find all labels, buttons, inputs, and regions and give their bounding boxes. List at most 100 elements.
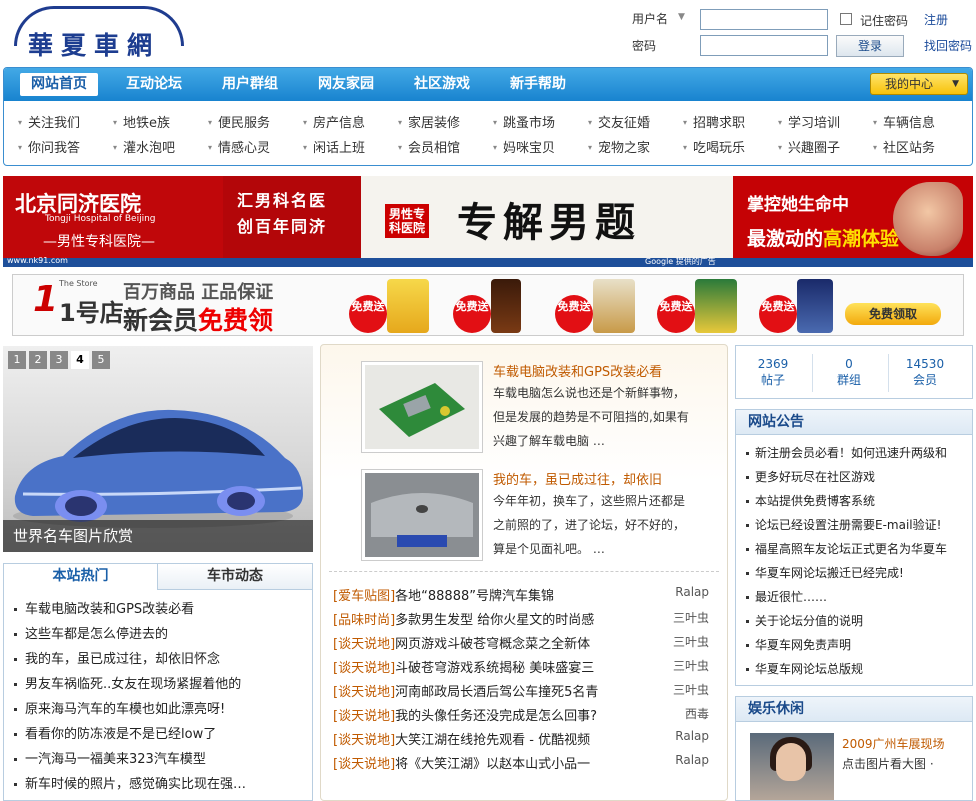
tab-market-news[interactable]: 车市动态 bbox=[158, 564, 312, 590]
tab-groups[interactable]: 用户群组 bbox=[210, 73, 290, 96]
site-logo[interactable]: 華夏車網 bbox=[8, 2, 193, 64]
remember-checkbox[interactable] bbox=[840, 13, 852, 25]
list-item[interactable]: 华夏车网论坛总版规 bbox=[746, 660, 863, 677]
entertainment-item-title[interactable]: 2009广州车展现场 bbox=[842, 735, 945, 752]
slide-number[interactable]: 2 bbox=[29, 351, 47, 369]
list-item[interactable]: 最近很忙…… bbox=[746, 588, 827, 605]
list-item[interactable]: 更多好玩尽在社区游戏 bbox=[746, 468, 875, 485]
subnav-item[interactable]: 宠物之家 bbox=[588, 137, 650, 156]
google-ad-note[interactable]: Google 提供的广告 bbox=[645, 256, 716, 267]
news-author[interactable]: 三叶虫 bbox=[673, 681, 709, 698]
news-title[interactable]: 各地“88888”号牌汽车集锦 bbox=[395, 589, 554, 604]
store-ad-banner[interactable]: 1 The Store 1号店 百万商品 正品保证 新会员免费领 免费送 免费送… bbox=[12, 274, 964, 336]
list-item[interactable]: 华夏车网免责声明 bbox=[746, 636, 851, 653]
list-item[interactable]: 这些车都是怎么停进去的 bbox=[14, 623, 168, 642]
subnav-item[interactable]: 你问我答 bbox=[18, 137, 80, 156]
my-center-dropdown[interactable]: 我的中心 ▼ bbox=[870, 73, 968, 95]
list-item[interactable]: 华夏车网论坛搬迁已经完成! bbox=[746, 564, 904, 581]
featured-title[interactable]: 车载电脑改装和GPS改装必看 bbox=[493, 361, 662, 380]
table-row[interactable]: [爱车贴图]各地“88888”号牌汽车集锦 Ralap bbox=[333, 585, 719, 607]
stat-members[interactable]: 14530 会员 bbox=[890, 356, 960, 388]
tab-games[interactable]: 社区游戏 bbox=[402, 73, 482, 96]
news-title[interactable]: 网页游戏斗破苍穹概念菜之全新体 bbox=[395, 637, 590, 652]
news-category[interactable]: [谈天说地] bbox=[333, 637, 395, 652]
news-title[interactable]: 我的头像任务还没完成是怎么回事? bbox=[395, 709, 597, 724]
chevron-down-icon[interactable]: ▼ bbox=[678, 12, 685, 22]
subnav-item[interactable]: 车辆信息 bbox=[873, 112, 935, 131]
news-category[interactable]: [爱车贴图] bbox=[333, 589, 395, 604]
subnav-item[interactable]: 家居装修 bbox=[398, 112, 460, 131]
slide-number[interactable]: 1 bbox=[8, 351, 26, 369]
ad-url[interactable]: www.nk91.com bbox=[7, 256, 68, 265]
list-item[interactable]: 看看你的防冻液是不是已经low了 bbox=[14, 723, 216, 742]
list-item[interactable]: 一汽海马一福美来323汽车模型 bbox=[14, 748, 206, 767]
table-row[interactable]: [谈天说地]大笑江湖在线抢先观看 - 优酷视频 Ralap bbox=[333, 729, 719, 751]
table-row[interactable]: [品味时尚]多款男生发型 给你火星文的时尚感 三叶虫 bbox=[333, 609, 719, 631]
list-item[interactable]: 本站提供免费博客系统 bbox=[746, 492, 875, 509]
subnav-item[interactable]: 便民服务 bbox=[208, 112, 270, 131]
featured-title[interactable]: 我的车，虽已成过往，却依旧 bbox=[493, 469, 662, 488]
news-author[interactable]: Ralap bbox=[675, 585, 709, 599]
list-item[interactable]: 新注册会员必看！如何迅速升两级和 bbox=[746, 444, 947, 461]
free-claim-button[interactable]: 免费领取 bbox=[845, 303, 941, 325]
hospital-ad-banner[interactable]: 北京同济医院 Tongji Hospital of Beijing —男性专科医… bbox=[3, 176, 973, 267]
news-author[interactable]: 西毒 bbox=[685, 705, 709, 722]
subnav-item[interactable]: 情感心灵 bbox=[208, 137, 270, 156]
list-item[interactable]: 男友车祸临死..女友在现场紧握着他的 bbox=[14, 673, 241, 692]
subnav-item[interactable]: 社区站务 bbox=[873, 137, 935, 156]
register-link[interactable]: 注册 bbox=[924, 11, 948, 28]
table-row[interactable]: [谈天说地]我的头像任务还没完成是怎么回事? 西毒 bbox=[333, 705, 719, 727]
news-category[interactable]: [谈天说地] bbox=[333, 709, 395, 724]
subnav-item[interactable]: 妈咪宝贝 bbox=[493, 137, 555, 156]
subnav-item[interactable]: 学习培训 bbox=[778, 112, 840, 131]
slide-caption[interactable]: 世界名车图片欣赏 bbox=[3, 520, 313, 552]
news-title[interactable]: 将《大笑江湖》以赵本山式小品一 bbox=[395, 757, 590, 772]
list-item[interactable]: 论坛已经设置注册需要E-mail验证! bbox=[746, 516, 941, 533]
featured-thumbnail[interactable] bbox=[361, 361, 483, 453]
table-row[interactable]: [谈天说地]河南邮政局长酒后驾公车撞死5名青 三叶虫 bbox=[333, 681, 719, 703]
table-row[interactable]: [谈天说地]斗破苍穹游戏系统揭秘 美味盛宴三 三叶虫 bbox=[333, 657, 719, 679]
table-row[interactable]: [谈天说地]网页游戏斗破苍穹概念菜之全新体 三叶虫 bbox=[333, 633, 719, 655]
slide-number[interactable]: 3 bbox=[50, 351, 68, 369]
news-category[interactable]: [品味时尚] bbox=[333, 613, 395, 628]
news-category[interactable]: [谈天说地] bbox=[333, 661, 395, 676]
username-input[interactable] bbox=[700, 9, 828, 30]
table-row[interactable]: [谈天说地]将《大笑江湖》以赵本山式小品一 Ralap bbox=[333, 753, 719, 775]
subnav-item[interactable]: 会员相馆 bbox=[398, 137, 460, 156]
news-author[interactable]: 三叶虫 bbox=[673, 633, 709, 650]
news-title[interactable]: 大笑江湖在线抢先观看 - 优酷视频 bbox=[395, 733, 590, 748]
stat-groups[interactable]: 0 群组 bbox=[814, 356, 884, 388]
news-author[interactable]: Ralap bbox=[675, 753, 709, 767]
slide-number[interactable]: 5 bbox=[92, 351, 110, 369]
news-author[interactable]: Ralap bbox=[675, 729, 709, 743]
news-category[interactable]: [谈天说地] bbox=[333, 757, 395, 772]
news-title[interactable]: 斗破苍穹游戏系统揭秘 美味盛宴三 bbox=[395, 661, 594, 676]
subnav-item[interactable]: 闲话上班 bbox=[303, 137, 365, 156]
subnav-item[interactable]: 灌水泡吧 bbox=[113, 137, 175, 156]
subnav-item[interactable]: 兴趣圈子 bbox=[778, 137, 840, 156]
autoshow-photo[interactable] bbox=[750, 733, 834, 800]
subnav-item[interactable]: 跳蚤市场 bbox=[493, 112, 555, 131]
list-item[interactable]: 原来海马汽车的车模也如此漂亮呀! bbox=[14, 698, 225, 717]
featured-thumbnail[interactable] bbox=[361, 469, 483, 561]
password-input[interactable] bbox=[700, 35, 828, 56]
news-category[interactable]: [谈天说地] bbox=[333, 733, 395, 748]
subnav-item[interactable]: 交友征婚 bbox=[588, 112, 650, 131]
car-image-slider[interactable]: 1 2 3 4 5 世界名车图片欣赏 bbox=[3, 346, 313, 552]
subnav-item[interactable]: 地铁e族 bbox=[113, 112, 170, 131]
list-item[interactable]: 新车时候的照片，感觉确实比现在强… bbox=[14, 773, 246, 792]
news-title[interactable]: 多款男生发型 给你火星文的时尚感 bbox=[395, 613, 594, 628]
news-author[interactable]: 三叶虫 bbox=[673, 609, 709, 626]
tab-home[interactable]: 网站首页 bbox=[20, 73, 98, 96]
tab-site-hot[interactable]: 本站热门 bbox=[4, 564, 158, 590]
tab-home-garden[interactable]: 网友家园 bbox=[306, 73, 386, 96]
news-title[interactable]: 河南邮政局长酒后驾公车撞死5名青 bbox=[395, 685, 598, 700]
stat-posts[interactable]: 2369 帖子 bbox=[738, 356, 808, 388]
list-item[interactable]: 车载电脑改装和GPS改装必看 bbox=[14, 598, 194, 617]
forgot-password-link[interactable]: 找回密码 bbox=[924, 37, 972, 54]
subnav-item[interactable]: 关注我们 bbox=[18, 112, 80, 131]
news-category[interactable]: [谈天说地] bbox=[333, 685, 395, 700]
login-button[interactable]: 登录 bbox=[836, 35, 904, 57]
slide-number-active[interactable]: 4 bbox=[71, 351, 89, 369]
list-item[interactable]: 我的车，虽已成过往，却依旧怀念 bbox=[14, 648, 220, 667]
